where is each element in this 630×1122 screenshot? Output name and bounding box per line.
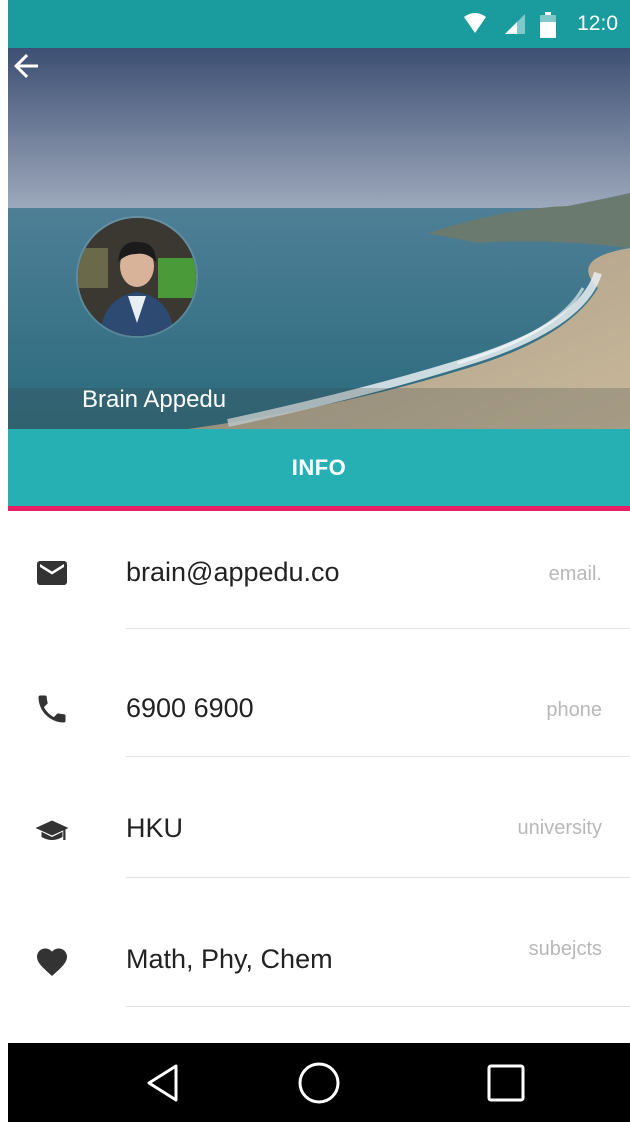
status-time: 12:0 (577, 12, 618, 35)
nav-back-button[interactable] (112, 1043, 212, 1122)
app-screen: 12:0 Brain Appedu INFO brain@appedu.co e… (8, 0, 630, 1122)
tab-info[interactable]: INFO (8, 429, 630, 507)
phone-label: phone (546, 699, 602, 721)
wifi-icon (464, 13, 486, 33)
heart-icon (37, 948, 67, 977)
nav-recents-button[interactable] (456, 1043, 556, 1122)
home-circle-icon (298, 1062, 340, 1103)
subjects-value: Math, Phy, Chem (126, 944, 333, 974)
back-arrow-icon[interactable] (8, 48, 44, 84)
university-label: university (517, 817, 602, 839)
subjects-label: subejcts (528, 938, 602, 960)
profile-name: Brain Appedu (82, 386, 227, 413)
email-value: brain@appedu.co (126, 557, 340, 587)
profile-header: Brain Appedu (8, 48, 630, 429)
phone-value: 6900 6900 (126, 693, 254, 723)
status-bar: 12:0 (8, 0, 630, 48)
graduation-cap-icon (35, 820, 69, 840)
signal-icon (505, 14, 525, 34)
university-value: HKU (126, 813, 184, 843)
list-item-phone[interactable]: 6900 6900 phone (8, 629, 630, 757)
list-item-university[interactable]: HKU university (8, 757, 630, 878)
avatar[interactable] (78, 218, 196, 336)
phone-icon (38, 695, 66, 723)
email-label: email. (548, 563, 602, 585)
tab-bar: INFO (8, 429, 630, 511)
battery-icon (540, 12, 556, 38)
avatar-photo (78, 218, 196, 336)
divider (126, 1006, 630, 1007)
email-icon (37, 561, 67, 585)
list-item-email[interactable]: brain@appedu.co email. (8, 511, 630, 631)
system-nav-bar (8, 1043, 630, 1122)
recents-square-icon (487, 1064, 525, 1101)
list-item-subjects[interactable]: Math, Phy, Chem subejcts (8, 878, 630, 1007)
nav-home-button[interactable] (269, 1043, 369, 1122)
back-triangle-icon (147, 1064, 178, 1101)
